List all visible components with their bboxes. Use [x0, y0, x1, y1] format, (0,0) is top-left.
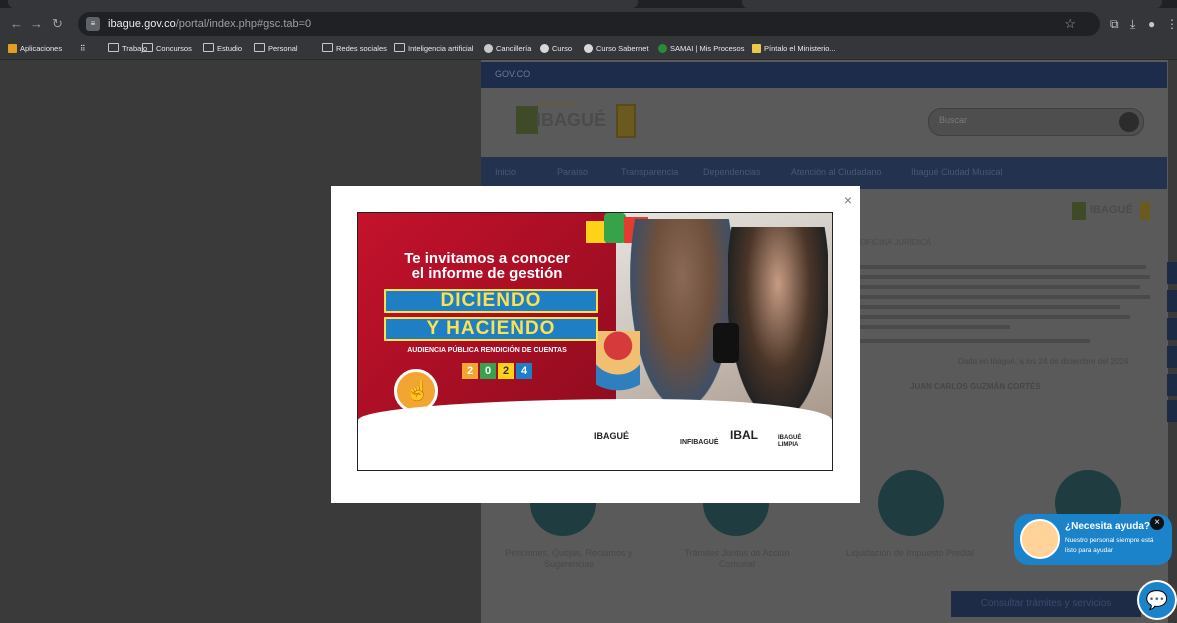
- logo-ibal: IBAL: [730, 428, 758, 442]
- extensions-icon[interactable]: ⧉: [1110, 17, 1119, 31]
- site-info-icon[interactable]: ≡: [86, 17, 100, 31]
- bookmark-link[interactable]: Píntalo el Ministerio...: [752, 43, 836, 55]
- logo-ibague-limpia: IBAGUÉ LIMPIA: [778, 435, 802, 448]
- chat-subtitle: Nuestro personal siempre está listo para…: [1065, 537, 1154, 554]
- phone-image: [713, 323, 739, 363]
- banner-headline: Te invitamos a conocer el informe de ges…: [404, 250, 570, 282]
- consult-button[interactable]: Consultar trámites y servicios: [951, 591, 1141, 617]
- article-text-block: [860, 262, 1156, 346]
- bookmark-folder[interactable]: Estudio: [203, 43, 242, 55]
- nav-musical[interactable]: Ibagué Ciudad Musical: [911, 167, 1003, 177]
- tab-strip: [0, 0, 1177, 8]
- bookmarks-bar: Aplicaciones ⠿ Trabajo Concursos Estudio…: [0, 40, 1177, 60]
- bookmark-folder[interactable]: Redes sociales: [322, 43, 387, 55]
- bookmark-star-icon[interactable]: ☆: [1064, 16, 1076, 32]
- address-bar[interactable]: ≡ ibague.gov.co/portal/index.php#gsc.tab…: [78, 12, 1100, 36]
- search-icon[interactable]: [1119, 112, 1139, 132]
- nav-transparencia[interactable]: Transparencia: [621, 167, 678, 177]
- section-label: OFICINA JURÍDICA: [860, 238, 932, 247]
- service-icon-predial[interactable]: [878, 470, 944, 536]
- chat-help-bubble[interactable]: ¿Necesita ayuda? Nuestro personal siempr…: [1014, 514, 1172, 565]
- support-agent-avatar: [1020, 519, 1060, 559]
- toy-figure-image: [596, 331, 640, 405]
- promo-banner[interactable]: Te invitamos a conocer el informe de ges…: [357, 212, 833, 471]
- service-label[interactable]: Trámites Juntas de Acción Comunal: [672, 548, 802, 570]
- service-label[interactable]: Liquidación de Impuesto Predial: [830, 548, 990, 559]
- apps-grid-icon[interactable]: ⠿: [80, 43, 86, 55]
- nav-inicio[interactable]: Inicio: [495, 167, 516, 177]
- banner-big-text-1: DICIENDO: [384, 289, 598, 313]
- man-photo: [630, 219, 734, 409]
- year-digit: 2: [498, 363, 514, 379]
- bookmark-link[interactable]: SAMAI | Mis Procesos: [658, 43, 744, 55]
- bookmark-link[interactable]: Cancillería: [484, 43, 531, 55]
- reload-icon[interactable]: ↻: [52, 16, 63, 32]
- date-text: Dada en Ibagué, a los 24 de diciembre de…: [958, 357, 1131, 366]
- year-digit: 0: [480, 363, 496, 379]
- bookmark-link[interactable]: Curso: [540, 43, 572, 55]
- browser-toolbar: ← → ↻ ≡ ibague.gov.co/portal/index.php#g…: [0, 8, 1177, 40]
- banner-subtitle: AUDIENCIA PÚBLICA RENDICIÓN DE CUENTAS: [407, 347, 567, 354]
- bookmark-folder[interactable]: Personal: [254, 43, 298, 55]
- back-icon[interactable]: ←: [10, 16, 23, 32]
- chat-title: ¿Necesita ayuda?: [1065, 521, 1151, 532]
- chat-close-icon[interactable]: ×: [1150, 516, 1164, 530]
- url-path: /portal/index.php#gsc.tab=0: [175, 18, 312, 30]
- year-digit: 4: [516, 363, 532, 379]
- url-domain: ibague.gov.co: [108, 18, 176, 30]
- download-icon[interactable]: ⤓: [1130, 17, 1135, 31]
- bookmark-folder[interactable]: Concursos: [142, 43, 192, 55]
- nav-atencion[interactable]: Atención al Ciudadano: [791, 167, 882, 177]
- bookmark-folder[interactable]: Inteligencia artificial: [394, 43, 473, 55]
- forward-icon[interactable]: →: [30, 16, 43, 32]
- nav-dependencias[interactable]: Dependencias: [703, 167, 761, 177]
- service-label[interactable]: Peticiones, Quejas, Reclamos y Sugerenci…: [502, 548, 636, 570]
- site-search-input[interactable]: Buscar: [928, 108, 1144, 136]
- signature-text: JUAN CARLOS GUZMÁN CORTÉS: [910, 382, 1041, 391]
- year-digit: 2: [462, 363, 478, 379]
- gov-bar: GOV.CO: [481, 62, 1167, 88]
- bookmark-apps[interactable]: Aplicaciones: [8, 43, 62, 55]
- bookmark-link[interactable]: Curso Sabernet: [584, 43, 649, 55]
- promo-modal: × Te invitamos a conocer el informe de g…: [331, 186, 860, 503]
- menu-icon[interactable]: ⋮: [1166, 17, 1177, 31]
- logo-infibague: INFIBAGUÉ: [680, 439, 719, 446]
- site-logo[interactable]: ALCALDÍA DE IBAGUÉ: [512, 98, 642, 140]
- secondary-logo: IBAGUÉ: [1072, 200, 1156, 222]
- nav-paraiso[interactable]: Paraíso: [557, 167, 588, 177]
- logo-ibague: IBAGUÉ: [594, 431, 630, 441]
- profile-avatar[interactable]: ●: [1148, 17, 1155, 31]
- chat-launcher-icon[interactable]: 💬: [1137, 580, 1177, 620]
- close-icon[interactable]: ×: [844, 192, 852, 208]
- woman-photo: [728, 227, 828, 417]
- banner-big-text-2: Y HACIENDO: [384, 317, 598, 341]
- site-nav: Inicio Paraíso Transparencia Dependencia…: [481, 157, 1167, 189]
